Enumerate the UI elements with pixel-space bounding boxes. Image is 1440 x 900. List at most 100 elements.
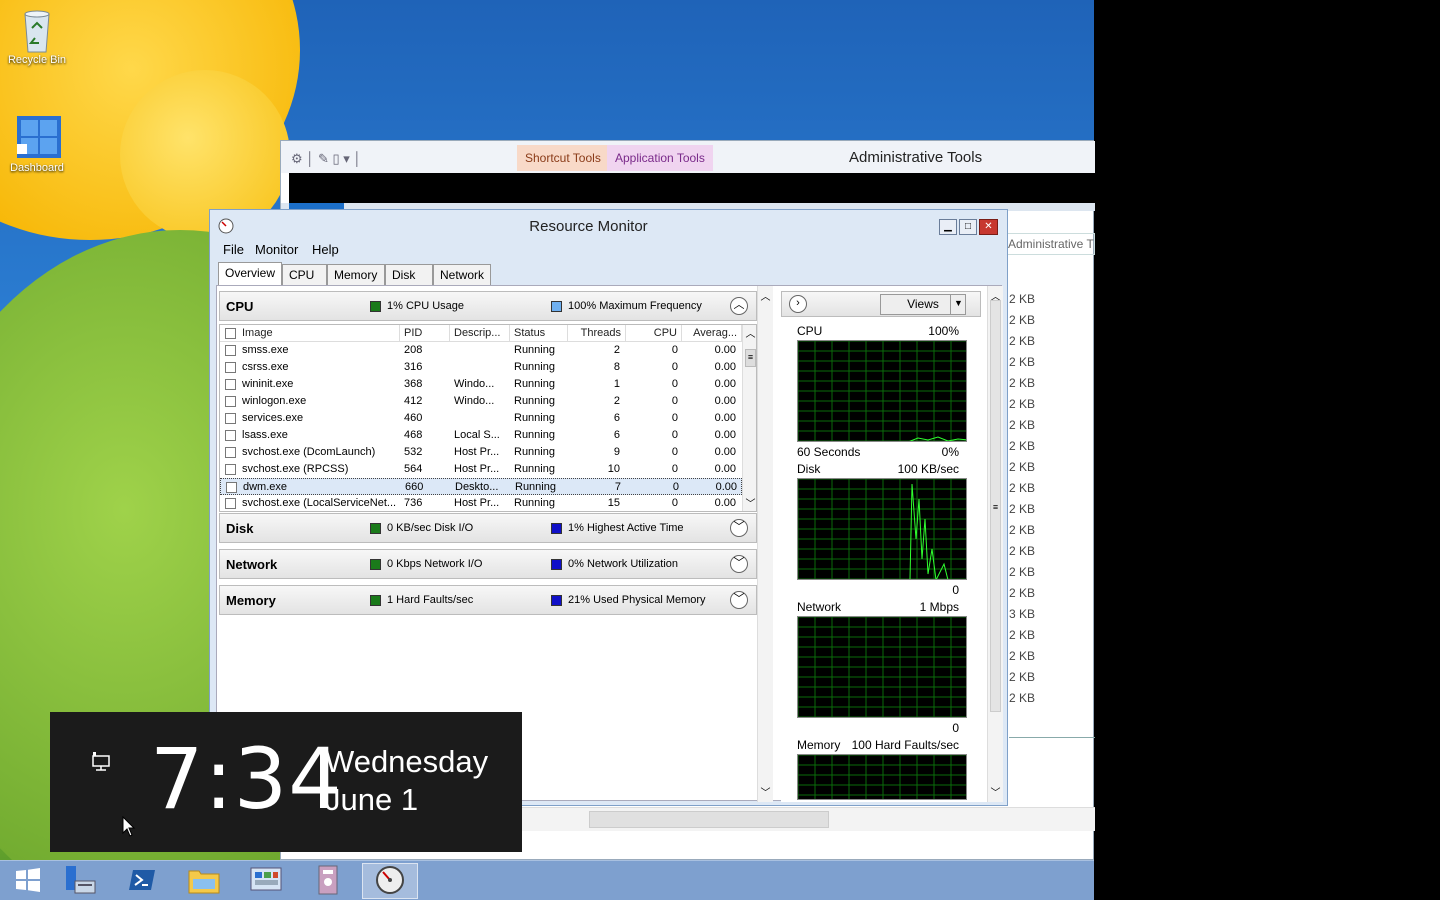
cell-image: smss.exe	[242, 344, 289, 356]
row-checkbox[interactable]	[225, 362, 236, 373]
row-checkbox[interactable]	[225, 464, 236, 475]
row-checkbox[interactable]	[225, 430, 236, 441]
expand-memory-button[interactable]: ﹀	[730, 591, 748, 609]
cell-threads: 6	[613, 429, 620, 441]
taskbar-server-manager[interactable]	[52, 863, 108, 899]
disk-section-header[interactable]: Disk 0 KB/sec Disk I/O 1% Highest Active…	[219, 513, 757, 543]
file-size-cell: 2 KB	[1009, 418, 1036, 432]
cell-status: Running	[515, 481, 556, 493]
cell-average: 0.00	[714, 344, 736, 356]
disk-section-title: Disk	[226, 521, 254, 536]
file-size-cell: 2 KB	[1009, 376, 1036, 390]
views-dropdown-icon[interactable]: ▼	[950, 294, 966, 315]
row-checkbox[interactable]	[225, 379, 236, 390]
table-row[interactable]: dwm.exe 660 Deskto... Running 7 0 0.00	[220, 478, 742, 495]
taskbar-powershell[interactable]	[114, 863, 170, 899]
taskbar-resource-monitor[interactable]	[362, 863, 418, 899]
file-explorer-icon	[187, 865, 221, 898]
table-row[interactable]: services.exe 460 Running 6 0 0.00	[220, 410, 742, 427]
col-average[interactable]: Averag...	[682, 325, 742, 342]
scroll-thumb[interactable]: ≡	[745, 349, 756, 367]
menu-file[interactable]: File	[223, 242, 244, 257]
network-graph-max: 1 Mbps	[919, 600, 959, 614]
disk-graph-min: 0	[952, 583, 959, 597]
tab-memory[interactable]: Memory	[327, 264, 385, 285]
rm-title-bar[interactable]: Resource Monitor ▁ □ ✕	[210, 210, 1007, 240]
active-time-label: 1% Highest Active Time	[568, 522, 684, 534]
hscroll-thumb[interactable]	[589, 811, 829, 828]
quick-access-toolbar[interactable]: ⚙ │ ✎ ▯ ▾ │	[291, 151, 362, 167]
network-graph	[797, 616, 967, 718]
expand-disk-button[interactable]: ﹀	[730, 519, 748, 537]
col-description[interactable]: Descrip...	[450, 325, 510, 342]
cell-cpu: 0	[671, 344, 678, 356]
row-checkbox[interactable]	[225, 498, 236, 509]
tab-application-tools[interactable]: Application Tools	[607, 145, 713, 171]
cpu-usage-swatch	[370, 301, 381, 312]
taskbar-control-panel[interactable]	[238, 863, 294, 899]
row-checkbox[interactable]	[225, 396, 236, 407]
memory-section-header[interactable]: Memory 1 Hard Faults/sec 21% Used Physic…	[219, 585, 757, 615]
graphs-scroll-down-icon[interactable]: ﹀	[988, 784, 1003, 799]
row-checkbox[interactable]	[226, 482, 237, 493]
tab-network[interactable]: Network	[433, 264, 491, 285]
taskbar-file-explorer[interactable]	[176, 863, 232, 899]
row-checkbox[interactable]	[225, 413, 236, 424]
cell-pid: 368	[404, 378, 423, 390]
table-row[interactable]: smss.exe 208 Running 2 0 0.00	[220, 342, 742, 359]
overview-scroll-up-icon[interactable]: ︿	[758, 288, 773, 303]
menu-help[interactable]: Help	[312, 242, 339, 257]
cell-pid: 208	[404, 344, 423, 356]
start-button[interactable]	[0, 863, 56, 899]
select-all-checkbox[interactable]	[225, 328, 236, 339]
col-status[interactable]: Status	[510, 325, 568, 342]
desktop-icon-recycle-bin[interactable]: Recycle Bin	[0, 6, 77, 66]
cell-cpu: 0	[671, 497, 678, 509]
table-row[interactable]: svchost.exe (DcomLaunch) 532 Host Pr... Run…	[220, 444, 742, 461]
taskbar-admin-tools[interactable]	[300, 863, 356, 899]
cpu-graph-timespan: 60 Seconds	[797, 445, 861, 459]
tab-disk[interactable]: Disk	[385, 264, 433, 285]
cell-cpu: 0	[671, 429, 678, 441]
cpu-section-title: CPU	[226, 299, 254, 314]
tab-cpu[interactable]: CPU	[282, 264, 327, 285]
scroll-up-icon[interactable]: ︿	[743, 325, 756, 340]
tab-overview[interactable]: Overview	[218, 262, 282, 285]
row-checkbox[interactable]	[225, 447, 236, 458]
cpu-section-header[interactable]: CPU 1% CPU Usage 100% Maximum Frequency …	[219, 291, 757, 321]
desktop-icon-dashboard[interactable]: Dashboard	[0, 114, 77, 174]
horizontal-scrollbar[interactable]	[521, 807, 1095, 831]
minimize-button[interactable]: ▁	[939, 219, 957, 235]
overview-scroll-down-icon[interactable]: ﹀	[758, 784, 773, 799]
close-button[interactable]: ✕	[979, 219, 998, 235]
table-vscrollbar[interactable]: ︿ ≡ ﹀	[742, 325, 756, 511]
cell-pid: 736	[404, 497, 423, 509]
collapse-cpu-button[interactable]: ︿	[730, 297, 748, 315]
graphs-scroll-thumb[interactable]: ≡	[990, 300, 1001, 712]
col-threads[interactable]: Threads	[568, 325, 626, 342]
maximize-button[interactable]: □	[959, 219, 977, 235]
cell-image: svchost.exe (RPCSS)	[242, 463, 349, 475]
scroll-down-icon[interactable]: ﹀	[743, 495, 756, 510]
col-cpu[interactable]: CPU	[626, 325, 682, 342]
rm-window-title: Resource Monitor	[529, 218, 648, 235]
tab-shortcut-tools[interactable]: Shortcut Tools	[517, 145, 609, 171]
cell-average: 0.00	[714, 395, 736, 407]
collapse-graphs-button[interactable]: ›	[789, 295, 807, 313]
graphs-vscrollbar[interactable]: ︿ ≡ ﹀	[987, 286, 1003, 802]
col-pid[interactable]: PID	[400, 325, 450, 342]
menu-monitor[interactable]: Monitor	[255, 242, 298, 257]
col-image[interactable]: Image	[238, 325, 400, 342]
expand-network-button[interactable]: ﹀	[730, 555, 748, 573]
cpu-usage-label: 1% CPU Usage	[387, 300, 465, 312]
address-bar[interactable]: Administrative T	[1005, 233, 1095, 255]
row-checkbox[interactable]	[225, 345, 236, 356]
table-row[interactable]: csrss.exe 316 Running 8 0 0.00	[220, 359, 742, 376]
table-row[interactable]: svchost.exe (LocalServiceNet... 736 Host P…	[220, 495, 742, 511]
overview-vscrollbar[interactable]: ︿ ﹀	[757, 286, 773, 802]
table-row[interactable]: lsass.exe 468 Local S... Running 6 0 0.00	[220, 427, 742, 444]
table-row[interactable]: svchost.exe (RPCSS) 564 Host Pr... Running 1…	[220, 461, 742, 478]
table-row[interactable]: wininit.exe 368 Windo... Running 1 0 0.00	[220, 376, 742, 393]
network-section-header[interactable]: Network 0 Kbps Network I/O 0% Network Ut…	[219, 549, 757, 579]
table-row[interactable]: winlogon.exe 412 Windo... Running 2 0 0.00	[220, 393, 742, 410]
